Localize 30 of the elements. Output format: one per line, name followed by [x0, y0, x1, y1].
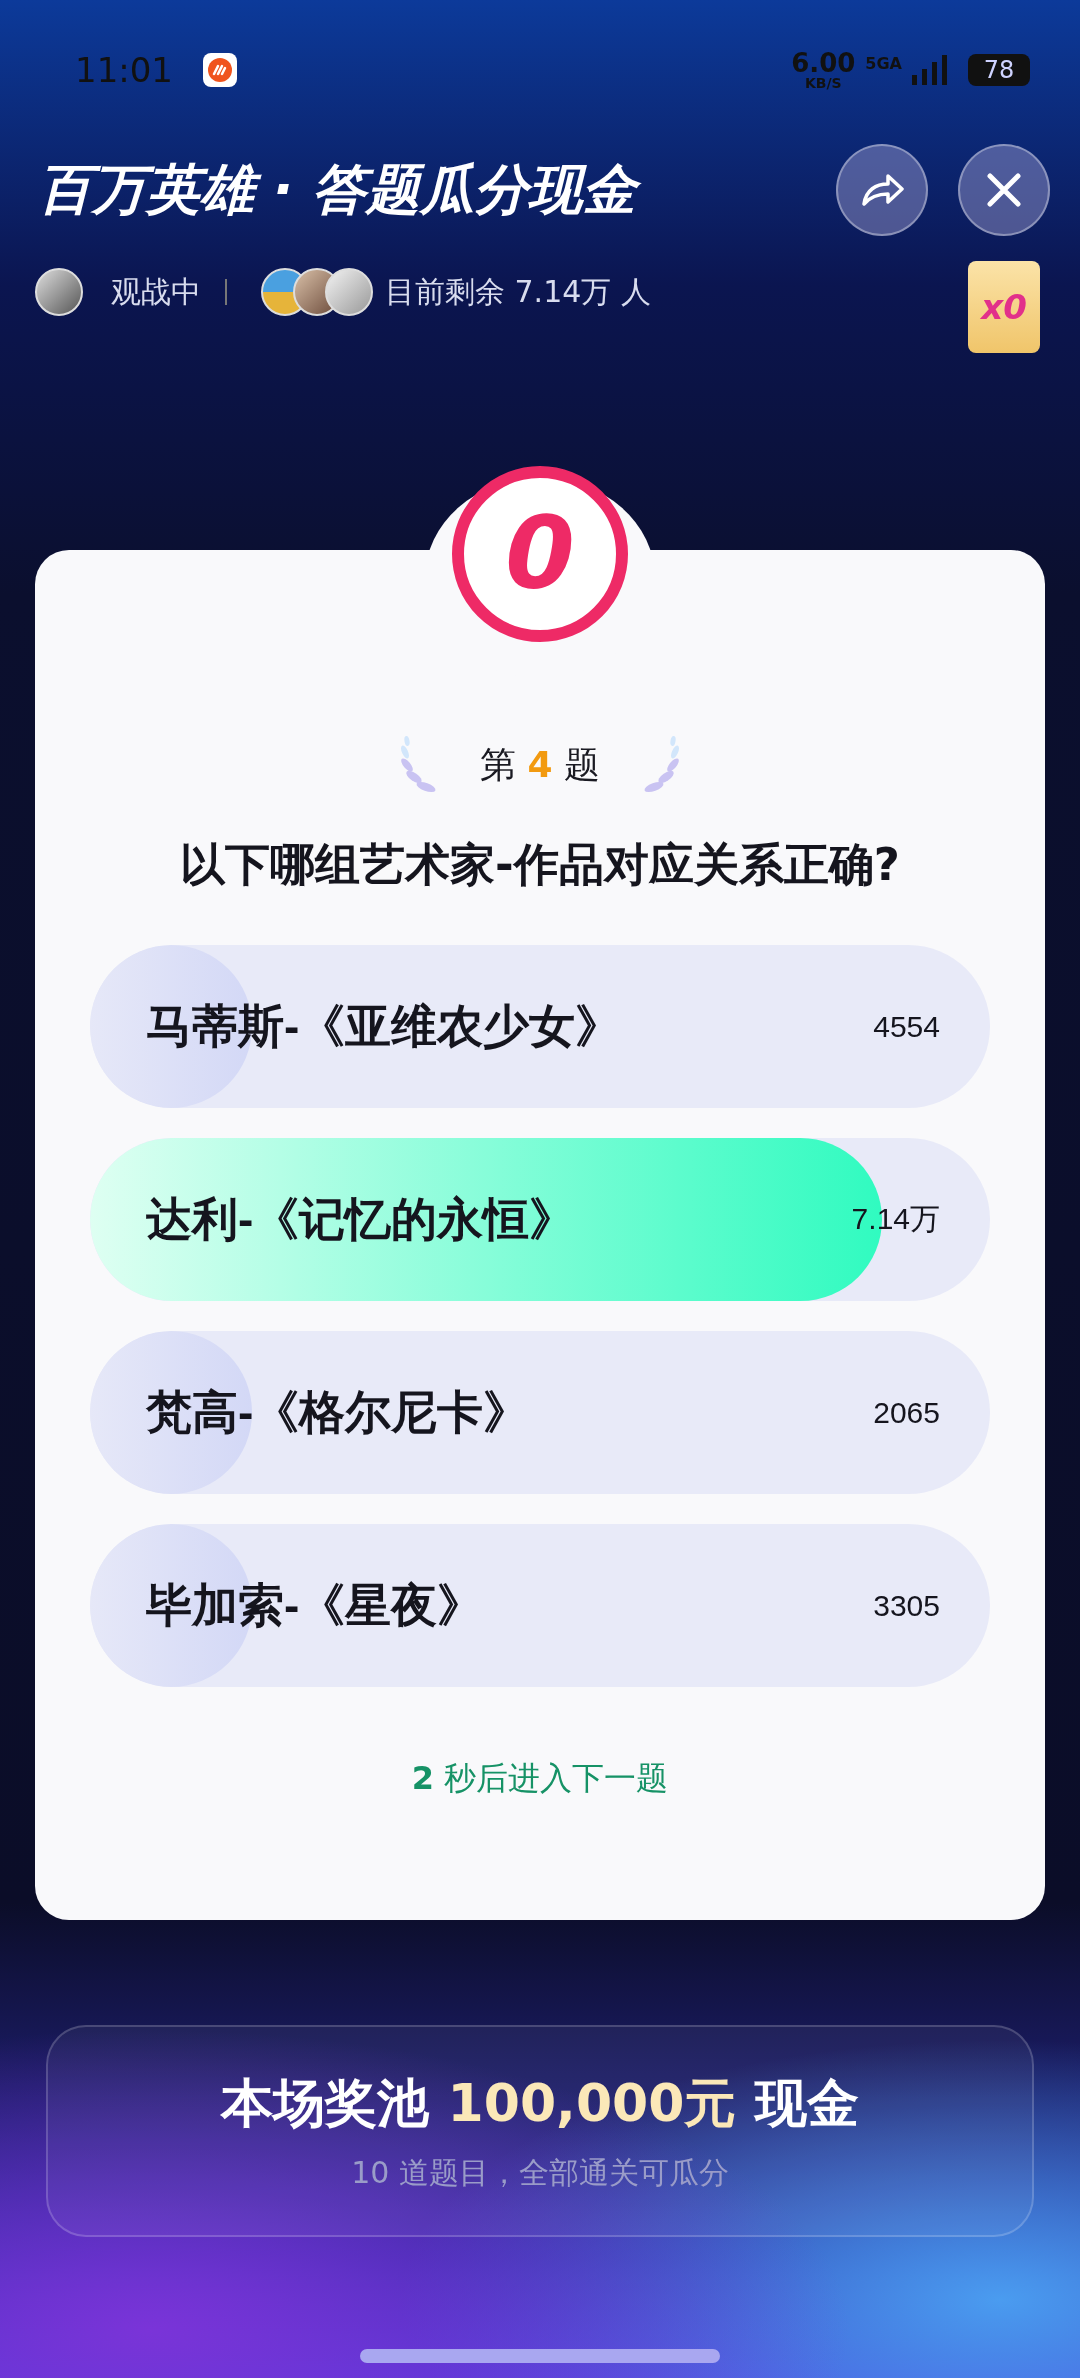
option-label: 毕加索-《星夜》 [146, 1577, 484, 1633]
question-text: 以下哪组艺术家-作品对应关系正确? [180, 837, 900, 893]
network-speed: 6.00 [791, 50, 856, 76]
multiplier-card: x0 [968, 261, 1040, 353]
answer-option[interactable]: 马蒂斯-《亚维农少女》 4554 [90, 945, 990, 1108]
prize-note: 10 道题目，全部通关可瓜分 [351, 2153, 729, 2192]
battery-indicator: 78 [968, 54, 1030, 86]
answer-option[interactable]: 毕加索-《星夜》 3305 [90, 1524, 990, 1687]
option-label: 达利-《记忆的永恒》 [146, 1191, 576, 1247]
spectating-label: 观战中 [111, 272, 201, 311]
network-type: 5GA [865, 54, 902, 73]
close-icon [986, 172, 1022, 208]
share-icon [860, 172, 904, 208]
avatar [35, 268, 83, 316]
avatar [325, 268, 373, 316]
vote-count: 4554 [873, 1009, 940, 1044]
prize-title: 本场奖池 100,000元 现金 [221, 2071, 859, 2135]
answer-option[interactable]: 梵高-《格尔尼卡》 2065 [90, 1331, 990, 1494]
remaining-count: 目前剩余 7.14万 人 [385, 272, 651, 311]
option-label: 马蒂斯-《亚维农少女》 [146, 998, 622, 1054]
signal-icon [912, 55, 948, 85]
page-title: 百万英雄 · 答题瓜分现金 [38, 153, 806, 227]
app-icon [203, 53, 237, 87]
clock-time: 11:01 [75, 50, 173, 90]
option-label: 梵高-《格尔尼卡》 [146, 1384, 530, 1440]
countdown-text: 2 秒后进入下一题 [411, 1758, 669, 1799]
vote-count: 2065 [873, 1395, 940, 1430]
question-number: 第 4 题 [480, 742, 600, 787]
vote-count: 3305 [873, 1588, 940, 1623]
speed-unit: KB/S [804, 76, 842, 90]
